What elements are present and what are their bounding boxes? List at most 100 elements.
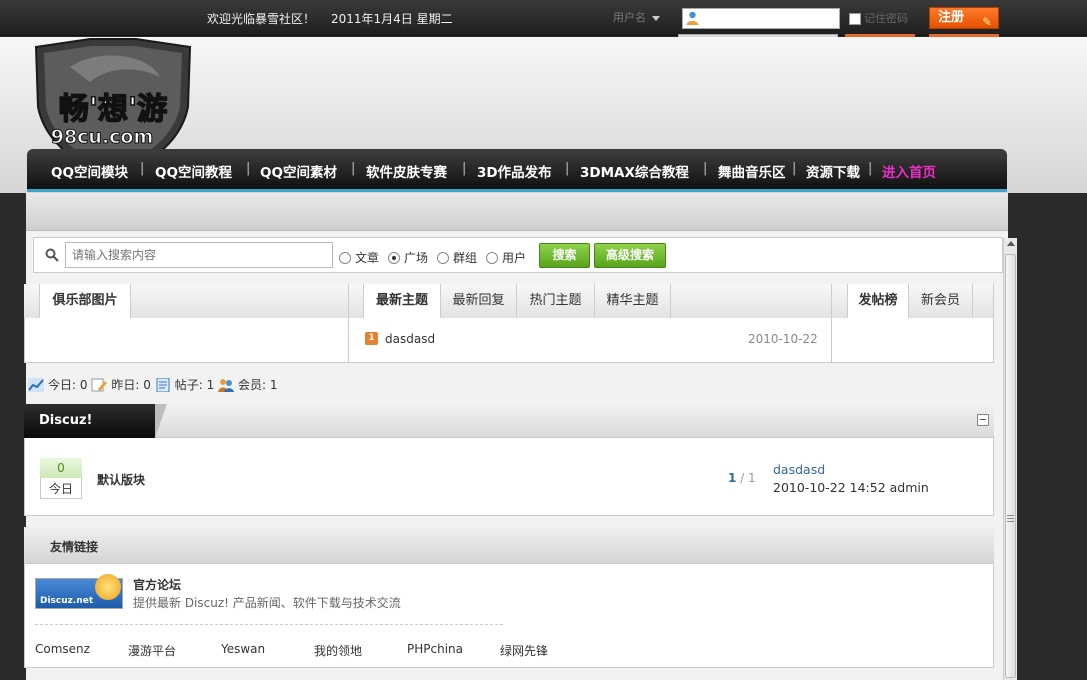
friend-link-mydomain[interactable]: 我的领地 <box>314 642 362 659</box>
collapse-icon[interactable] <box>977 414 989 426</box>
welcome-text: 欢迎光临暴雪社区！ <box>207 12 316 26</box>
latest-topic-date: 2010-10-22 <box>748 332 818 346</box>
search-option-square[interactable]: 广场 <box>388 249 428 266</box>
radio-icon <box>339 252 351 264</box>
tab-spacer <box>24 284 39 318</box>
logo-text: 畅'想'游 <box>59 92 167 127</box>
today-posts-count: 0 <box>40 458 82 478</box>
scrollbar-thumb[interactable] <box>1005 254 1016 678</box>
search-option-label: 群组 <box>453 251 478 265</box>
edit-icon <box>91 378 108 392</box>
stat-posts-value: 1 <box>206 378 215 392</box>
scroll-up-icon[interactable] <box>1007 241 1015 246</box>
register-button[interactable]: 注册 ✎ <box>929 7 999 29</box>
header: 畅'想'游 98cu.com QQ空间模块 | QQ空间教程 | QQ空间素材 … <box>0 37 1087 193</box>
search-input[interactable] <box>65 242 333 268</box>
category-title[interactable]: Discuz! <box>24 404 155 438</box>
tab-spacer <box>832 284 847 318</box>
remember-label: 记住密码 <box>864 12 908 25</box>
nav-separator: | <box>462 161 467 176</box>
stat-yesterday-label: 昨日: <box>111 378 140 392</box>
tab-latest-topics[interactable]: 最新主题 <box>363 284 441 318</box>
main-nav: QQ空间模块 | QQ空间教程 | QQ空间素材 | 软件皮肤专赛 | 3D作品… <box>27 149 1007 192</box>
remember-password[interactable]: 记住密码 <box>849 10 908 26</box>
official-forum-link[interactable]: 官方论坛 <box>133 576 181 593</box>
radio-selected-icon <box>388 252 400 264</box>
stat-yesterday-value: 0 <box>143 378 151 392</box>
search-option-users[interactable]: 用户 <box>486 249 526 266</box>
category-header <box>24 404 994 438</box>
search-option-label: 广场 <box>404 251 429 265</box>
top-bar <box>0 0 1087 36</box>
nav-item-3dmax[interactable]: 3DMAX综合教程 <box>580 161 689 181</box>
last-post-link[interactable]: dasdasd <box>773 462 825 477</box>
chart-icon <box>28 378 44 392</box>
login-type-label: 用户名 <box>613 11 646 24</box>
tab-new-members[interactable]: 新会员 <box>909 284 973 318</box>
nav-separator: | <box>792 161 797 176</box>
nav-separator: | <box>703 161 708 176</box>
forum-name-link[interactable]: 默认版块 <box>97 471 145 488</box>
sun-icon <box>95 574 121 600</box>
nav-item-qq-tutorials[interactable]: QQ空间教程 <box>155 161 232 181</box>
friend-link-phpchina[interactable]: PHPchina <box>407 642 463 656</box>
document-icon <box>156 378 170 392</box>
search-option-label: 文章 <box>355 251 380 265</box>
nav-item-music[interactable]: 舞曲音乐区 <box>718 161 786 181</box>
nav-item-qq-materials[interactable]: QQ空间素材 <box>260 161 337 181</box>
username-input[interactable] <box>682 8 840 29</box>
nav-item-3d-works[interactable]: 3D作品发布 <box>477 161 552 181</box>
forum-page-current: 1 <box>728 471 737 485</box>
tab-spacer <box>131 284 349 318</box>
nav-item-downloads[interactable]: 资源下载 <box>806 161 860 181</box>
nav-separator: | <box>140 161 145 176</box>
grip-icon <box>1007 515 1014 522</box>
stat-members-value: 1 <box>269 378 278 392</box>
category-title-corner <box>155 404 167 438</box>
logo-domain: 98cu.com <box>51 126 154 148</box>
friend-link-manyou[interactable]: 漫游平台 <box>128 642 176 659</box>
tab-post-ranking[interactable]: 发帖榜 <box>847 284 909 318</box>
links-divider <box>35 624 503 625</box>
nav-separator: | <box>868 161 873 176</box>
search-option-groups[interactable]: 群组 <box>437 249 477 266</box>
tab-spacer <box>349 284 363 318</box>
friend-links-header <box>24 527 994 564</box>
radio-icon <box>437 252 449 264</box>
friend-link-comsenz[interactable]: Comsenz <box>35 642 90 656</box>
nav-separator: | <box>351 161 356 176</box>
tab-featured-topics[interactable]: 精华主题 <box>595 284 671 318</box>
friend-links-title: 友情链接 <box>50 540 99 554</box>
latest-topic-link[interactable]: dasdasd <box>385 332 435 346</box>
discuz-logo-text: Discuz.net <box>40 596 94 606</box>
stat-posts-label: 帖子: <box>174 378 203 392</box>
friend-link-greennet[interactable]: 绿网先锋 <box>500 642 548 659</box>
friend-link-yeswan[interactable]: Yeswan <box>221 642 265 656</box>
tab-latest-replies[interactable]: 最新回复 <box>441 284 517 318</box>
tab-hot-topics[interactable]: 热门主题 <box>517 284 595 318</box>
vertical-scrollbar[interactable] <box>1003 238 1017 680</box>
nav-item-skin-contest[interactable]: 软件皮肤专赛 <box>366 161 447 181</box>
forum-page-count: 1 / 1 <box>728 471 756 485</box>
last-post-info: 2010-10-22 14:52 admin <box>773 480 929 495</box>
remember-checkbox[interactable] <box>849 13 861 25</box>
login-type-select[interactable]: 用户名 <box>613 9 660 25</box>
search-icon <box>45 248 59 262</box>
date-text: 2011年1月4日 星期二 <box>331 12 453 26</box>
search-button[interactable]: 搜索 <box>539 243 590 268</box>
register-label: 注册 <box>938 10 965 25</box>
nav-item-qq-modules[interactable]: QQ空间模块 <box>51 161 128 181</box>
search-option-articles[interactable]: 文章 <box>339 249 379 266</box>
tab-spacer <box>671 284 831 318</box>
stat-today-value: 0 <box>79 378 88 392</box>
tab-club-pictures[interactable]: 俱乐部图片 <box>39 284 131 318</box>
advanced-search-button[interactable]: 高级搜索 <box>594 243 666 268</box>
search-option-label: 用户 <box>502 251 527 265</box>
nav-separator: | <box>565 161 570 176</box>
nav-item-home[interactable]: 进入首页 <box>882 161 936 181</box>
radio-icon <box>486 252 498 264</box>
rank-badge: 1 <box>365 332 378 345</box>
pencil-icon: ✎ <box>981 15 992 29</box>
forum-stats: 今日: 0 昨日: 0 帖子: 1 会员: 1 <box>28 376 278 393</box>
chevron-down-icon <box>652 15 660 21</box>
